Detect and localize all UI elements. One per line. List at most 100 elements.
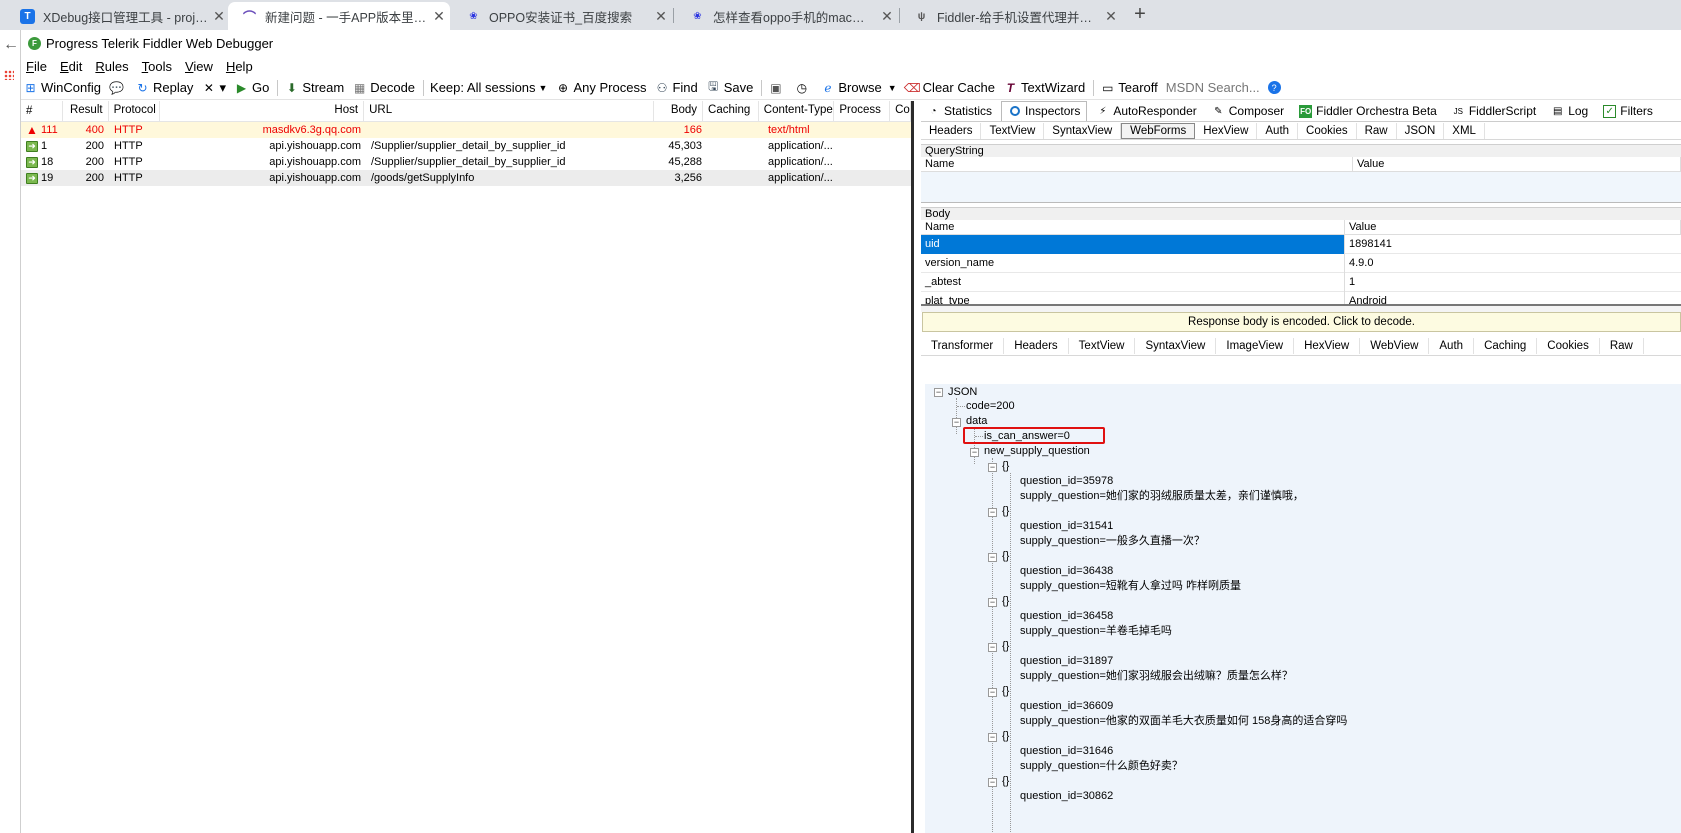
qs-name-col[interactable]: Name <box>921 156 1353 172</box>
session-row[interactable]: ➜ 1 200 HTTP api.yishouapp.com /Supplier/… <box>21 138 911 154</box>
resp-tab-hexview[interactable]: HexView <box>1294 338 1361 354</box>
close-icon[interactable]: ✕ <box>428 8 450 25</box>
resp-tab-caching[interactable]: Caching <box>1474 338 1538 354</box>
col-caching[interactable]: Caching <box>703 101 759 121</box>
screenshot-button[interactable]: ▣ <box>768 80 786 95</box>
collapse-toggle-icon[interactable]: − <box>988 553 997 562</box>
col-number[interactable]: # <box>21 101 63 121</box>
col-process[interactable]: Process <box>834 101 891 121</box>
tree-node-object[interactable]: {} <box>1002 639 1009 654</box>
stream-button[interactable]: ⬇ Stream <box>284 80 344 95</box>
col-host[interactable]: Host <box>160 101 365 121</box>
session-row[interactable]: ➜ 18 200 HTTP api.yishouapp.com /Supplier… <box>21 154 911 170</box>
browser-tab-gitlab[interactable]: ⌒ 新建问题 - 一手APP版本里程碑 ✕ <box>228 2 450 30</box>
body-value-col[interactable]: Value <box>1345 219 1681 235</box>
new-tab-button[interactable]: + <box>1126 3 1154 27</box>
decode-button[interactable]: ▦ Decode <box>352 80 415 95</box>
tree-node-supply-question[interactable]: supply_question=他家的双面羊毛大衣质量如何 158身高的适合穿吗 <box>1020 714 1347 729</box>
msdn-search-input[interactable]: MSDN Search... <box>1166 80 1260 95</box>
timer-button[interactable]: ◷ <box>794 80 812 95</box>
resp-tab-webview[interactable]: WebView <box>1360 338 1430 354</box>
body-row[interactable]: uid 1898141 <box>921 235 1681 254</box>
close-icon[interactable]: ✕ <box>650 8 672 25</box>
req-tab-textview[interactable]: TextView <box>981 122 1045 139</box>
collapse-toggle-icon[interactable]: − <box>934 388 943 397</box>
tree-node-question-id[interactable]: question_id=31541 <box>1020 519 1113 534</box>
tree-node-object[interactable]: {} <box>1002 684 1009 699</box>
tab-composer[interactable]: ✎ Composer <box>1206 104 1290 121</box>
tab-filters[interactable]: ✓ Filters <box>1597 104 1659 121</box>
tree-node-new-supply-question[interactable]: new_supply_question <box>984 444 1090 459</box>
req-tab-cookies[interactable]: Cookies <box>1298 122 1357 139</box>
browser-tab-fiddler-proxy[interactable]: ψ Fiddler-给手机设置代理并抓取h ✕ <box>900 2 1122 30</box>
winconfig-button[interactable]: ⊞ WinConfig <box>23 80 101 95</box>
collapse-toggle-icon[interactable]: − <box>988 463 997 472</box>
tree-node-question-id[interactable]: question_id=36458 <box>1020 609 1113 624</box>
resp-tab-syntaxview[interactable]: SyntaxView <box>1135 338 1217 354</box>
close-icon[interactable]: ✕ <box>876 8 898 25</box>
tab-statistics[interactable]: ◔ Statistics <box>921 104 998 121</box>
col-protocol[interactable]: Protocol <box>109 101 161 121</box>
textwizard-button[interactable]: T TextWizard <box>1003 80 1085 95</box>
req-tab-xml[interactable]: XML <box>1444 122 1485 139</box>
req-tab-json[interactable]: JSON <box>1397 122 1445 139</box>
body-row[interactable]: plat_type Android <box>921 291 1681 304</box>
help-button[interactable]: ? <box>1267 81 1284 94</box>
req-tab-raw[interactable]: Raw <box>1357 122 1397 139</box>
body-name-col[interactable]: Name <box>921 219 1345 235</box>
collapse-toggle-icon[interactable]: − <box>988 733 997 742</box>
tree-node-object[interactable]: {} <box>1002 504 1009 519</box>
keep-sessions-dropdown[interactable]: Keep: All sessions ▼ <box>430 80 547 95</box>
tree-node-question-id[interactable]: question_id=30862 <box>1020 789 1113 804</box>
resp-tab-headers[interactable]: Headers <box>1004 338 1069 354</box>
qs-value-col[interactable]: Value <box>1353 156 1681 172</box>
col-body[interactable]: Body <box>654 101 704 121</box>
comment-button[interactable]: 💬 <box>109 80 127 95</box>
tree-node-question-id[interactable]: question_id=36609 <box>1020 699 1113 714</box>
tab-autoresponder[interactable]: ⚡ AutoResponder <box>1090 104 1202 121</box>
collapse-toggle-icon[interactable]: − <box>988 508 997 517</box>
col-content-type[interactable]: Content-Type <box>759 101 835 121</box>
tree-node-supply-question[interactable]: supply_question=短靴有人拿过吗 咋样咧质量 <box>1020 579 1241 594</box>
resp-tab-imageview[interactable]: ImageView <box>1216 338 1295 354</box>
tab-fiddlerscript[interactable]: JS FiddlerScript <box>1446 104 1542 121</box>
menu-rules[interactable]: Rules <box>95 59 128 74</box>
resp-tab-raw[interactable]: Raw <box>1600 338 1644 354</box>
find-button[interactable]: ⚇ Find <box>654 80 698 95</box>
close-icon[interactable]: ✕ <box>208 8 230 25</box>
browser-tab-xdebug[interactable]: T XDebug接口管理工具 - project ✕ <box>6 2 230 30</box>
remove-button[interactable]: ✕ ▾ <box>201 80 226 96</box>
collapse-toggle-icon[interactable]: − <box>988 598 997 607</box>
tree-node-question-id[interactable]: question_id=31897 <box>1020 654 1113 669</box>
clear-cache-button[interactable]: ⌫ Clear Cache <box>904 80 995 95</box>
tree-node-question-id[interactable]: question_id=36438 <box>1020 564 1113 579</box>
menu-help[interactable]: Help <box>226 59 253 74</box>
req-tab-headers[interactable]: Headers <box>921 122 982 139</box>
col-url[interactable]: URL <box>364 101 655 121</box>
req-tab-hexview[interactable]: HexView <box>1195 122 1258 139</box>
session-row[interactable]: ▲ 111 400 HTTP masdkv6.3g.qq.com 166 text… <box>21 122 911 138</box>
tab-fiddler-orchestra[interactable]: FO Fiddler Orchestra Beta <box>1293 104 1443 121</box>
tree-node-code[interactable]: code=200 <box>966 399 1015 414</box>
collapse-toggle-icon[interactable]: − <box>970 448 979 457</box>
tree-node-supply-question[interactable]: supply_question=她们家的羽绒服质量太差，亲们谨慎哦， <box>1020 489 1304 504</box>
req-tab-syntaxview[interactable]: SyntaxView <box>1044 122 1122 139</box>
tearoff-button[interactable]: ▭ Tearoff <box>1100 80 1158 95</box>
tree-node-object[interactable]: {} <box>1002 594 1009 609</box>
collapse-toggle-icon[interactable]: − <box>988 778 997 787</box>
collapse-toggle-icon[interactable]: − <box>988 643 997 652</box>
menu-tools[interactable]: Tools <box>142 59 172 74</box>
browse-button[interactable]: ℯ Browse ▼ <box>820 80 896 95</box>
tree-node-question-id[interactable]: question_id=31646 <box>1020 744 1113 759</box>
close-icon[interactable]: ✕ <box>1100 8 1122 25</box>
any-process-button[interactable]: ⊕ Any Process <box>555 80 647 95</box>
req-tab-auth[interactable]: Auth <box>1257 122 1299 139</box>
menu-edit[interactable]: Edit <box>60 59 82 74</box>
tab-inspectors[interactable]: Inspectors <box>1001 101 1088 121</box>
collapse-toggle-icon[interactable]: − <box>988 688 997 697</box>
decode-banner[interactable]: Response body is encoded. Click to decod… <box>922 312 1681 332</box>
apps-grid-icon[interactable] <box>4 70 14 80</box>
browser-tab-baidu-oppo[interactable]: ❀ OPPO安装证书_百度搜索 ✕ <box>452 2 672 30</box>
tree-node-question-id[interactable]: question_id=35978 <box>1020 474 1113 489</box>
tree-node-supply-question[interactable]: supply_question=羊卷毛掉毛吗 <box>1020 624 1172 639</box>
